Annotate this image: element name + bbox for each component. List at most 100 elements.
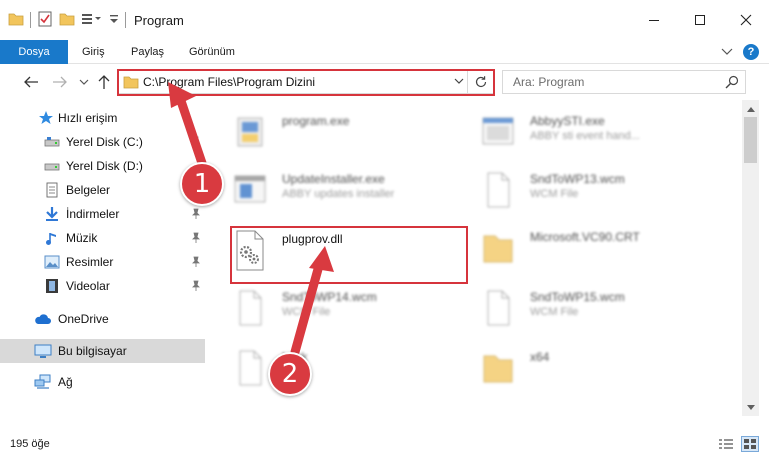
star-icon bbox=[38, 110, 54, 126]
recent-locations-button[interactable] bbox=[74, 72, 94, 92]
file-item[interactable]: SndToWP15.wcm WCM File bbox=[480, 284, 710, 340]
dropdown-icon[interactable] bbox=[109, 13, 119, 28]
scroll-up-button[interactable] bbox=[742, 100, 759, 117]
folder-icon bbox=[480, 348, 516, 392]
file-item[interactable]: SndToWP14.wcm WCM File bbox=[232, 284, 462, 340]
plugprov-highlight-box bbox=[230, 226, 468, 284]
close-button[interactable] bbox=[723, 0, 769, 40]
drive-icon bbox=[44, 158, 60, 174]
file-item[interactable]: Lock bbox=[232, 344, 462, 400]
documents-icon bbox=[44, 182, 60, 198]
quick-access-toolbar bbox=[0, 0, 126, 40]
sidebar-item-label: Videolar bbox=[66, 279, 110, 293]
file-item[interactable]: x64 bbox=[480, 344, 710, 400]
properties-icon[interactable] bbox=[37, 11, 53, 30]
file-icon bbox=[480, 288, 516, 332]
file-icon bbox=[232, 288, 268, 332]
search-icon[interactable] bbox=[725, 75, 739, 92]
new-folder-icon[interactable] bbox=[59, 12, 75, 29]
folder-icon bbox=[480, 228, 516, 272]
sidebar-item-downloads[interactable]: İndirmeler bbox=[0, 202, 205, 226]
folder-icon bbox=[8, 12, 24, 29]
sidebar-item-documents[interactable]: Belgeler bbox=[0, 178, 205, 202]
file-description: WCM File bbox=[530, 188, 579, 200]
exe-icon bbox=[232, 112, 268, 156]
pin-icon[interactable] bbox=[191, 136, 201, 151]
qa-separator bbox=[125, 12, 126, 28]
details-view-icon[interactable] bbox=[717, 436, 735, 452]
sidebar-item-label: Hızlı erişim bbox=[58, 111, 118, 125]
sidebar-item-videos[interactable]: Videolar bbox=[0, 274, 205, 298]
file-item[interactable]: Microsoft.VC90.CRT bbox=[480, 224, 710, 280]
minimize-button[interactable] bbox=[631, 0, 677, 40]
sidebar-item-local-disk-d[interactable]: Yerel Disk (D:) bbox=[0, 154, 205, 178]
search-input[interactable]: Ara: Program bbox=[513, 75, 584, 89]
sidebar-item-quick-access[interactable]: Hızlı erişim bbox=[0, 106, 205, 130]
file-name: x64 bbox=[530, 350, 550, 364]
up-button[interactable] bbox=[94, 72, 114, 92]
pin-icon[interactable] bbox=[191, 208, 201, 223]
ribbon-tabs: Dosya Giriş Paylaş Görünüm ? bbox=[0, 40, 769, 64]
file-item[interactable]: program.exe bbox=[232, 108, 462, 164]
file-description: ABBY updates installer bbox=[282, 188, 395, 200]
pin-icon[interactable] bbox=[191, 280, 201, 295]
file-item[interactable]: AbbyySTI.exe ABBY sti event hand... bbox=[480, 108, 710, 164]
exe-icon bbox=[232, 170, 268, 214]
vertical-scrollbar[interactable] bbox=[742, 100, 759, 416]
item-count: 195 öğe bbox=[10, 438, 50, 450]
tab-home[interactable]: Giriş bbox=[82, 40, 105, 64]
file-name: UpdateInstaller.exe bbox=[282, 172, 385, 186]
file-description: WCM File bbox=[282, 306, 331, 318]
file-description: ABBY sti event hand... bbox=[530, 130, 640, 142]
file-icon bbox=[232, 348, 268, 392]
view-toggle bbox=[717, 436, 759, 452]
tab-share[interactable]: Paylaş bbox=[131, 40, 164, 64]
navigation-pane: Hızlı erişim Yerel Disk (C:) Yerel Disk … bbox=[0, 100, 208, 416]
expand-ribbon-icon[interactable] bbox=[721, 45, 733, 59]
cloud-icon bbox=[34, 311, 51, 327]
pin-icon[interactable] bbox=[191, 256, 201, 271]
customize-qa-icon[interactable] bbox=[81, 12, 103, 29]
file-name: SndToWP15.wcm bbox=[530, 290, 625, 304]
file-name: program.exe bbox=[282, 114, 350, 128]
file-icon bbox=[480, 170, 516, 214]
sidebar-item-this-pc[interactable]: Bu bilgisayar bbox=[0, 339, 205, 363]
forward-button[interactable] bbox=[50, 72, 70, 92]
sidebar-item-label: Bu bilgisayar bbox=[58, 344, 127, 358]
scroll-down-button[interactable] bbox=[742, 399, 759, 416]
sidebar-item-network[interactable]: Ağ bbox=[0, 370, 205, 394]
sidebar-item-label: Yerel Disk (C:) bbox=[66, 135, 143, 149]
back-button[interactable] bbox=[21, 72, 41, 92]
file-name: Microsoft.VC90.CRT bbox=[530, 230, 640, 244]
file-name: AbbyySTI.exe bbox=[530, 114, 605, 128]
pin-icon[interactable] bbox=[191, 232, 201, 247]
sidebar-item-label: Resimler bbox=[66, 255, 114, 269]
sidebar-item-label: Yerel Disk (D:) bbox=[66, 159, 143, 173]
window-controls bbox=[631, 0, 769, 40]
search-box[interactable]: Ara: Program bbox=[502, 70, 746, 94]
tab-file[interactable]: Dosya bbox=[0, 40, 68, 64]
sidebar-item-onedrive[interactable]: OneDrive bbox=[0, 307, 205, 331]
maximize-button[interactable] bbox=[677, 0, 723, 40]
qa-separator bbox=[30, 12, 31, 28]
file-item[interactable]: SndToWP13.wcm WCM File bbox=[480, 166, 710, 222]
video-icon bbox=[44, 278, 60, 294]
computer-icon bbox=[34, 343, 52, 359]
help-icon[interactable]: ? bbox=[743, 44, 759, 60]
file-item[interactable]: UpdateInstaller.exe ABBY updates install… bbox=[232, 166, 462, 222]
tab-view[interactable]: Görünüm bbox=[189, 40, 235, 64]
download-icon bbox=[44, 206, 60, 222]
scrollbar-thumb[interactable] bbox=[744, 117, 757, 163]
sidebar-item-music[interactable]: Müzik bbox=[0, 226, 205, 250]
file-name: SndToWP13.wcm bbox=[530, 172, 625, 186]
window-title: Program bbox=[134, 12, 184, 28]
status-bar: 195 öğe bbox=[0, 430, 769, 458]
ribbon-right-controls: ? bbox=[721, 44, 759, 60]
sidebar-item-local-disk-c[interactable]: Yerel Disk (C:) bbox=[0, 130, 205, 154]
file-name: SndToWP14.wcm bbox=[282, 290, 377, 304]
sidebar-item-pictures[interactable]: Resimler bbox=[0, 250, 205, 274]
callout-step-2: 2 bbox=[268, 352, 312, 396]
exe-icon bbox=[480, 112, 516, 156]
sidebar-item-label: İndirmeler bbox=[66, 207, 120, 221]
tiles-view-icon[interactable] bbox=[741, 436, 759, 452]
